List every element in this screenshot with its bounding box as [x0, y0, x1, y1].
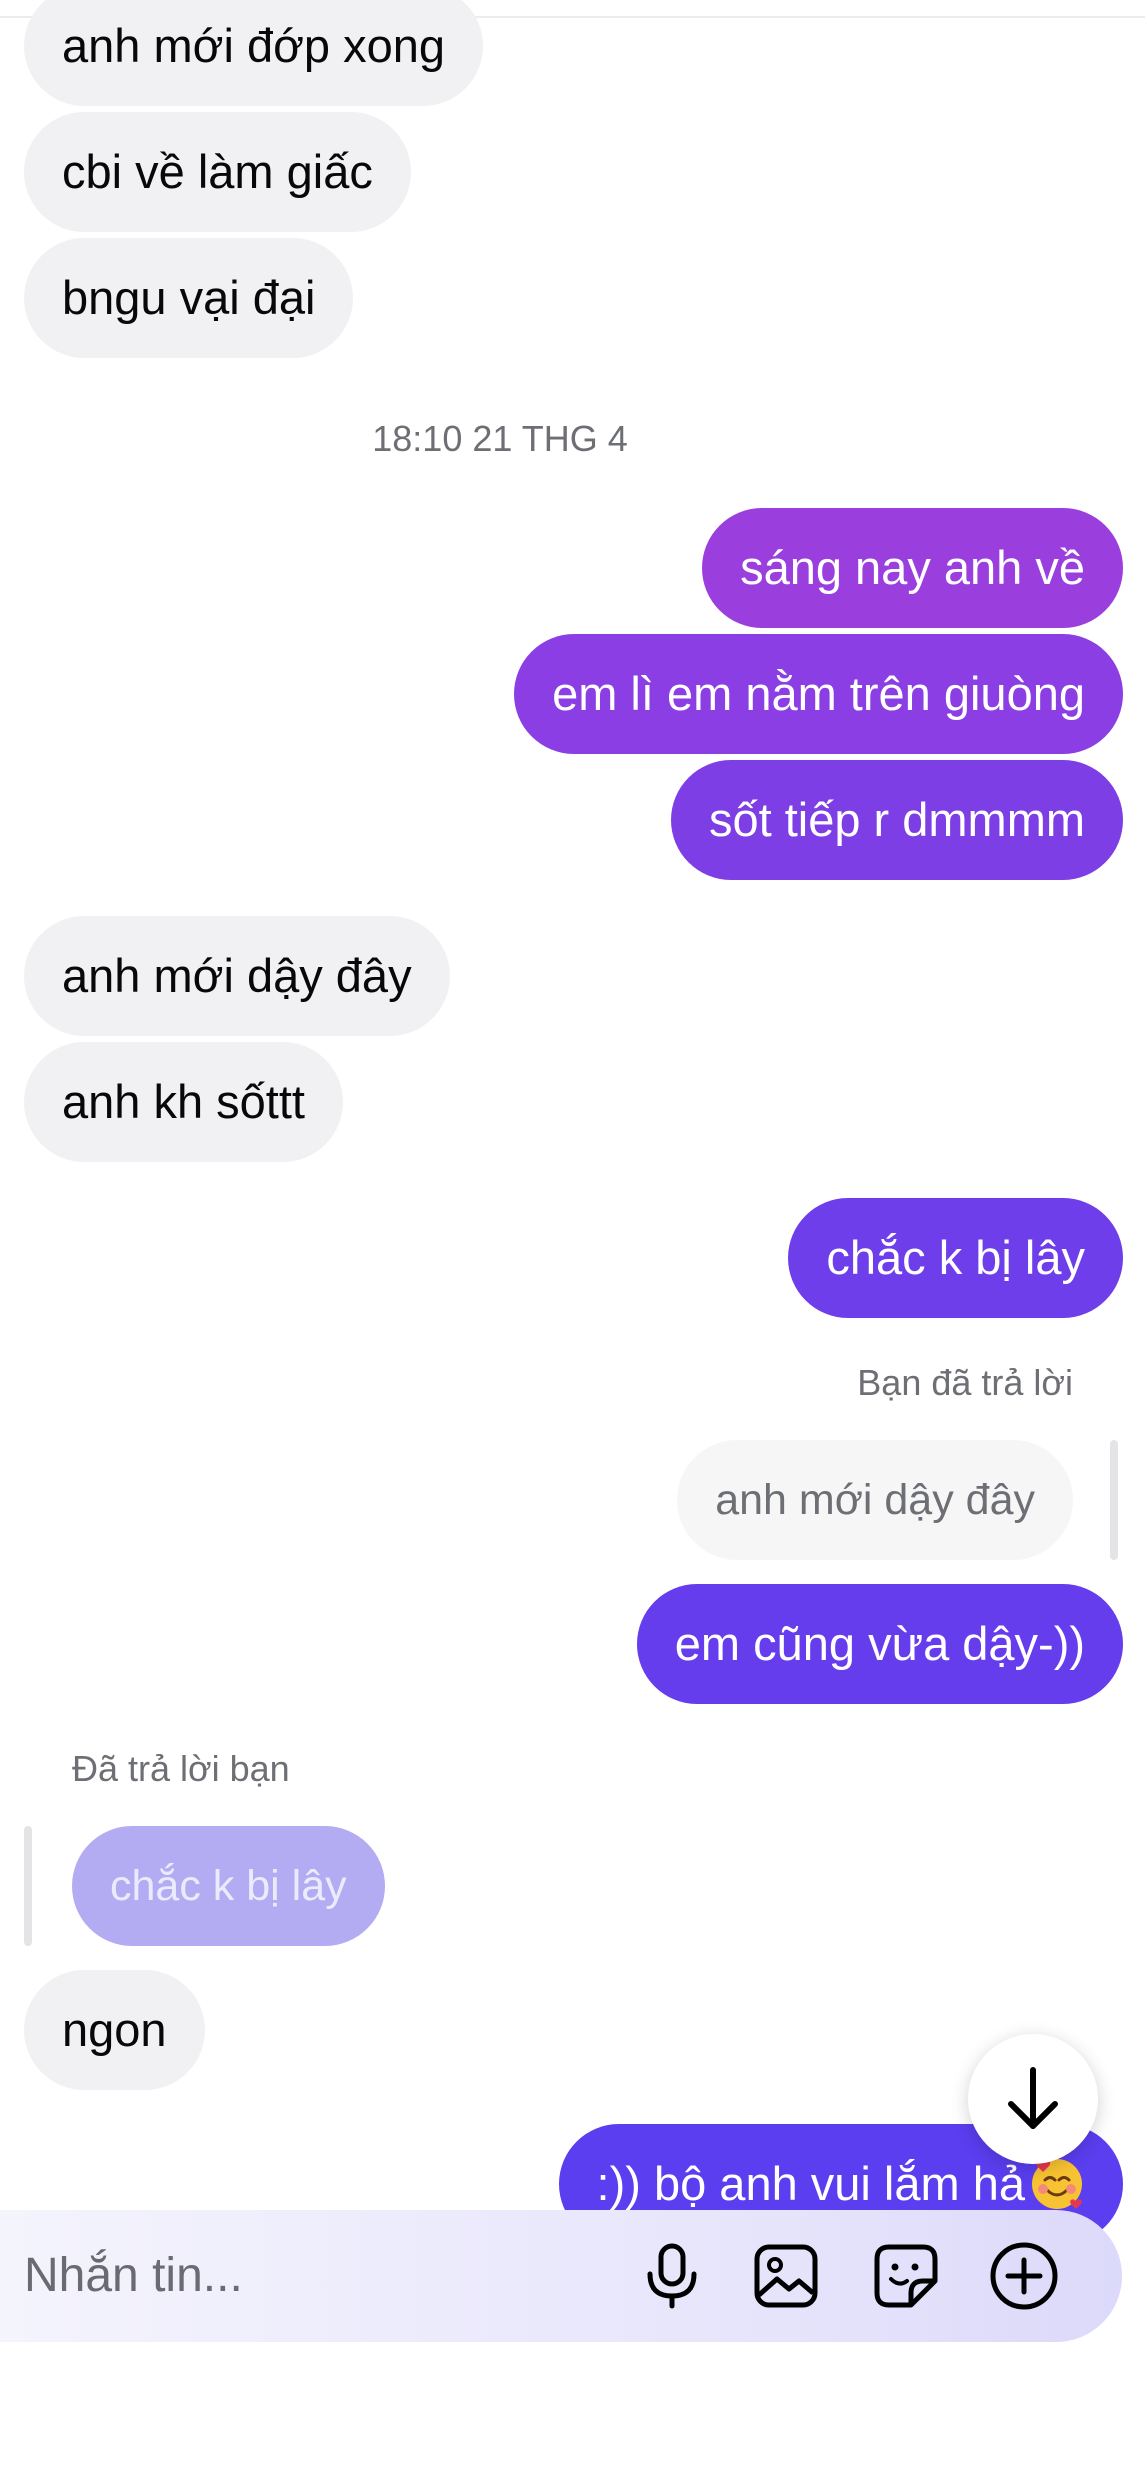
image-icon: [754, 2244, 818, 2308]
message-incoming[interactable]: bngu vại đại: [24, 238, 354, 358]
message-incoming[interactable]: cbi về làm giấc: [24, 112, 411, 232]
message-composer: Nhắn tin...: [0, 2210, 1122, 2342]
sticker-button[interactable]: [870, 2240, 942, 2312]
reply-quote-bar: [1110, 1440, 1118, 1560]
add-button[interactable]: [988, 2240, 1060, 2312]
message-incoming[interactable]: anh kh sốttt: [24, 1042, 343, 1162]
smiling-face-with-hearts-icon: [1032, 2158, 1082, 2209]
reply-quote-bar: [24, 1826, 32, 1946]
message-outgoing[interactable]: em cũng vừa dậy-)): [636, 1584, 1123, 1704]
message-outgoing[interactable]: chắc k bị lây: [788, 1198, 1123, 1318]
image-button[interactable]: [750, 2240, 822, 2312]
message-outgoing[interactable]: sáng nay anh về: [702, 508, 1123, 628]
microphone-icon: [647, 2243, 697, 2309]
quoted-message[interactable]: chắc k bị lây: [72, 1826, 385, 1946]
quoted-message[interactable]: anh mới dậy đây: [677, 1440, 1073, 1560]
reply-label: Bạn đã trả lời: [857, 1362, 1073, 1403]
message-incoming[interactable]: ngon: [24, 1970, 205, 2090]
message-incoming[interactable]: anh mới dậy đây: [24, 916, 450, 1036]
plus-circle-icon: [990, 2242, 1058, 2310]
arrow-down-icon: [1008, 2067, 1058, 2129]
reply-label: Đã trả lời bạn: [72, 1748, 290, 1789]
conversation[interactable]: anh mới đớp xong cbi về làm giấc bngu vạ…: [0, 0, 1145, 2467]
sticker-icon: [874, 2244, 938, 2308]
scroll-to-bottom-button[interactable]: [968, 2034, 1098, 2164]
message-incoming[interactable]: anh mới đớp xong: [24, 0, 484, 106]
timestamp-divider: 18:10 21 THG 4: [372, 418, 628, 459]
microphone-button[interactable]: [636, 2240, 708, 2312]
message-outgoing[interactable]: em lì em nằm trên giuòng: [514, 634, 1123, 754]
message-text: :)) bộ anh vui lắm hả: [596, 2157, 1025, 2210]
message-input[interactable]: Nhắn tin...: [24, 2210, 584, 2342]
message-outgoing[interactable]: sốt tiếp r dmmmm: [670, 760, 1123, 880]
